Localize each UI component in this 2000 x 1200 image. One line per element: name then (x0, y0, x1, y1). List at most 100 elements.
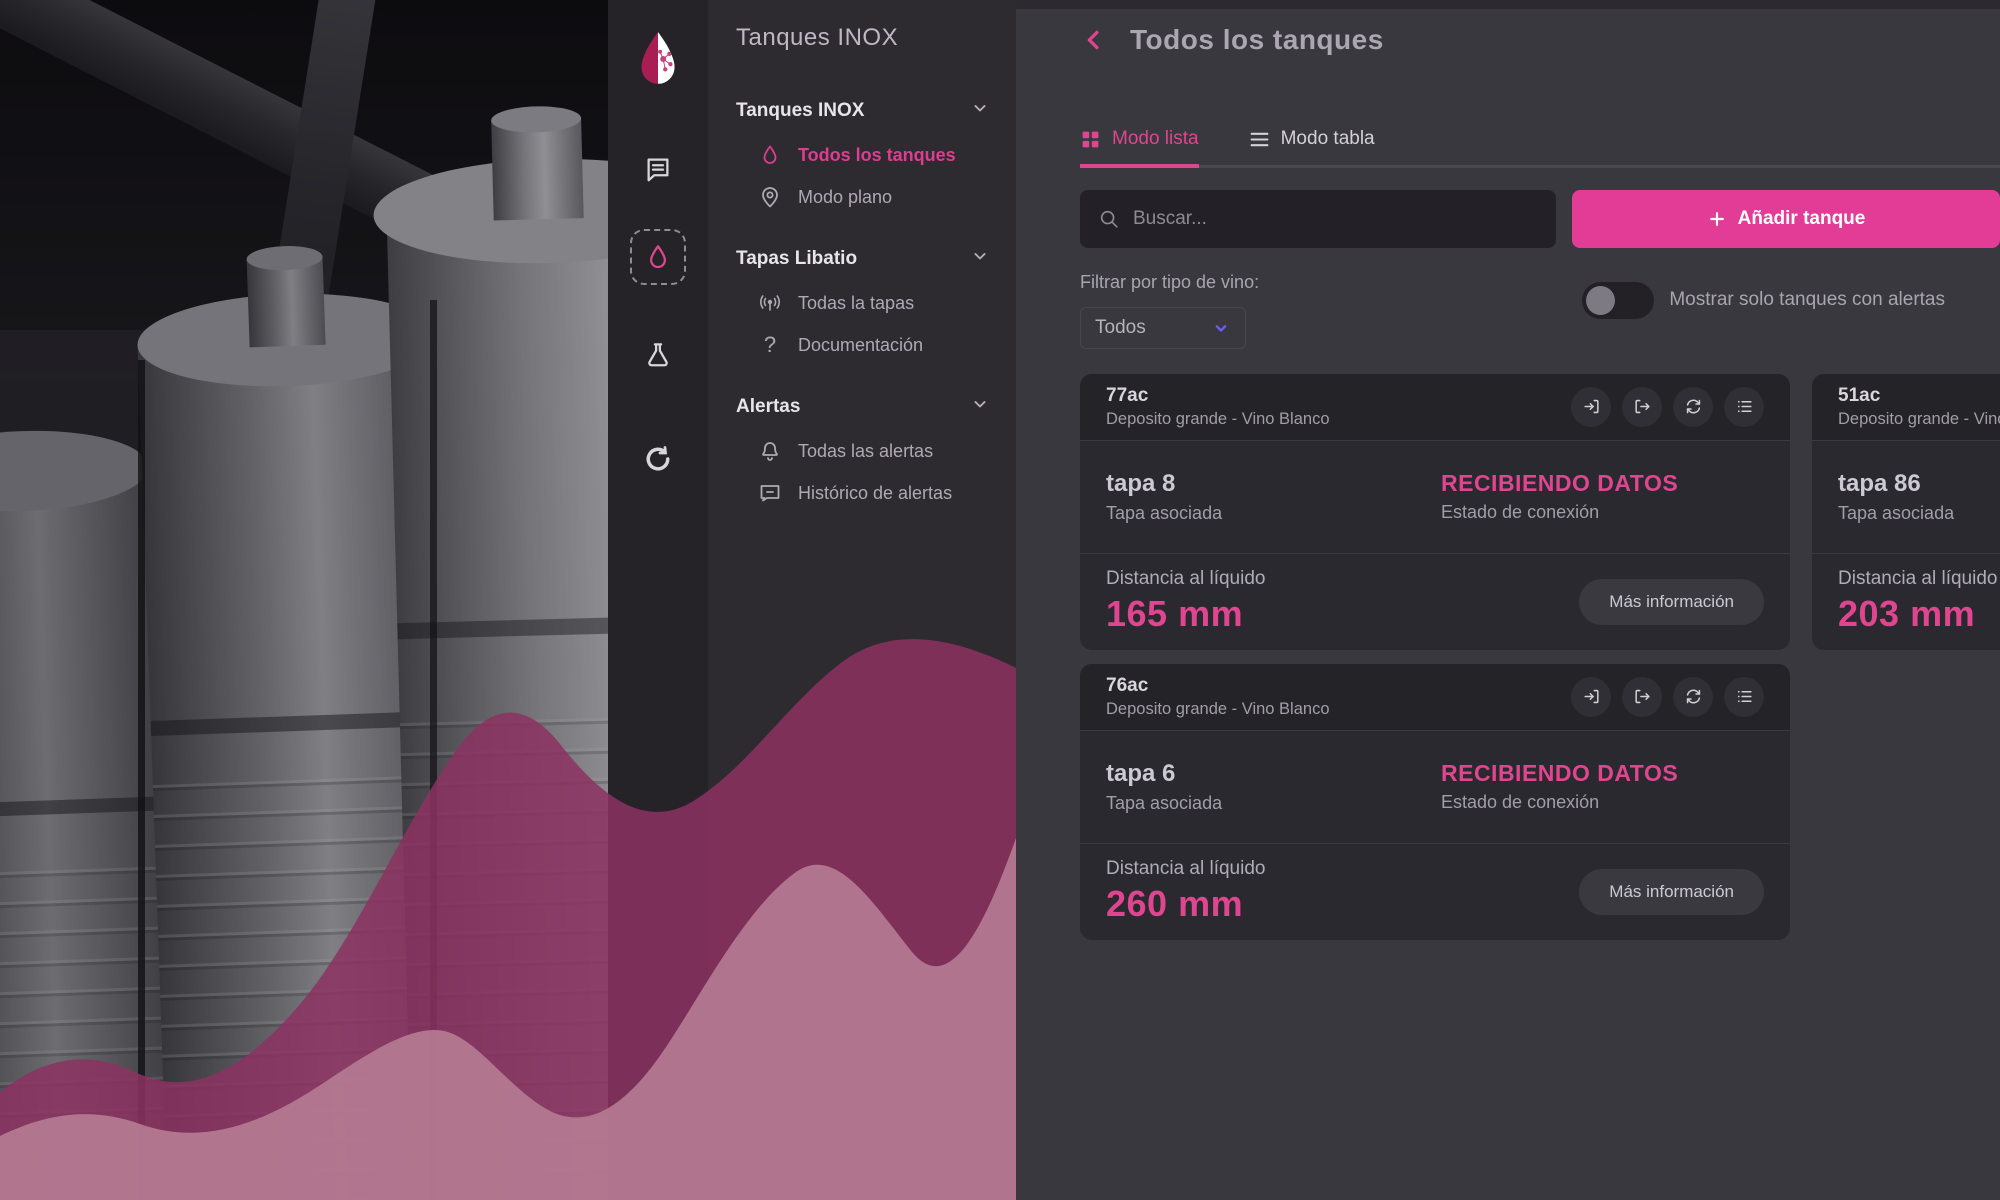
top-strip (1016, 0, 2000, 9)
main-content: Todos los tanques Modo lista Modo tabla (1016, 0, 2000, 1200)
icon-rail (608, 0, 708, 1200)
filter-row: Filtrar por tipo de vino: Todos Mostrar … (1080, 272, 2000, 349)
enter-tank-button[interactable] (1571, 677, 1611, 717)
connection-status: RECIBIENDO DATOS (1441, 760, 1678, 787)
tapa-label: Tapa asociada (1838, 503, 2000, 524)
sidebar-item-todos-los-tanques[interactable]: Todos los tanques (708, 134, 1016, 176)
distance-value: 165 mm (1106, 593, 1265, 635)
tank-card-header: 77ac Deposito grande - Vino Blanco (1080, 374, 1790, 441)
rows-icon (1249, 129, 1270, 150)
question-icon: ? (758, 332, 782, 358)
nav-section-tapas-libatio[interactable]: Tapas Libatio (708, 244, 1016, 274)
exit-tank-button[interactable] (1622, 387, 1662, 427)
nav-section-label: Tapas Libatio (736, 248, 857, 270)
nav-section-tanques-inox[interactable]: Tanques INOX (708, 96, 1016, 126)
add-tank-button[interactable]: Añadir tanque (1572, 190, 2000, 248)
tapa-label: Tapa asociada (1106, 503, 1441, 524)
drop-icon[interactable] (630, 229, 686, 285)
distance-value: 260 mm (1106, 883, 1265, 925)
flask-icon[interactable] (630, 327, 686, 383)
tank-card: 76ac Deposito grande - Vino Blanco (1080, 664, 1790, 940)
sidebar-item-documentacion[interactable]: ? Documentación (708, 324, 1016, 366)
connection-status: RECIBIENDO DATOS (1441, 470, 1678, 497)
tank-menu-button[interactable] (1724, 677, 1764, 717)
connection-status-label: Estado de conexión (1441, 502, 1678, 523)
log-in-icon (1582, 397, 1601, 416)
search-box (1080, 190, 1556, 248)
search-input[interactable] (1133, 208, 1538, 230)
wine-type-select[interactable]: Todos (1080, 307, 1246, 349)
sidebar-item-label: Todos los tanques (798, 145, 956, 166)
tank-card-middle: tapa 6 Tapa asociada RECIBIENDO DATOS Es… (1080, 731, 1790, 844)
back-icon[interactable] (1080, 26, 1108, 54)
tapa-label: Tapa asociada (1106, 793, 1441, 814)
sidebar-item-historico-de-alertas[interactable]: Histórico de alertas (708, 472, 1016, 514)
chat-icon[interactable] (630, 141, 686, 197)
sidebar-item-label: Documentación (798, 335, 923, 356)
tank-id: 51ac (1838, 385, 2000, 407)
sync-icon (1684, 687, 1703, 706)
sidebar-item-modo-plano[interactable]: Modo plano (708, 176, 1016, 218)
message-icon (758, 481, 782, 505)
sidebar-item-label: Histórico de alertas (798, 483, 952, 504)
nav-section-alertas[interactable]: Alertas (708, 392, 1016, 422)
exit-tank-button[interactable] (1622, 677, 1662, 717)
distance-label: Distancia al líquido (1106, 858, 1265, 880)
wine-filter: Filtrar por tipo de vino: Todos (1080, 272, 1259, 349)
sync-tank-button[interactable] (1673, 387, 1713, 427)
warehouse-photo-graphic (0, 0, 608, 1200)
search-icon (1098, 208, 1120, 230)
toggle-knob (1586, 286, 1615, 315)
enter-tank-button[interactable] (1571, 387, 1611, 427)
tank-card: 51ac Deposito grande - Vino Blanco (1812, 374, 2000, 650)
sidebar-item-todas-la-tapas[interactable]: Todas la tapas (708, 282, 1016, 324)
tab-modo-tabla[interactable]: Modo tabla (1249, 128, 1375, 165)
connection-status-label: Estado de conexión (1441, 792, 1678, 813)
log-out-icon (1633, 397, 1652, 416)
sidebar-item-label: Modo plano (798, 187, 892, 208)
tapa-name: tapa 86 (1838, 470, 2000, 498)
tank-subtitle: Deposito grande - Vino Blanco (1106, 700, 1330, 719)
tank-card-grid: 77ac Deposito grande - Vino Blanco (1080, 374, 2000, 940)
warehouse-photo (0, 0, 608, 1200)
sync-icon (1684, 397, 1703, 416)
add-tank-label: Añadir tanque (1738, 208, 1866, 230)
tank-card-footer: Distancia al líquido 203 mm (1812, 554, 2000, 650)
alerts-toggle-label: Mostrar solo tanques con alertas (1669, 289, 1945, 311)
log-out-icon (1633, 687, 1652, 706)
page-title: Todos los tanques (1130, 24, 1384, 56)
more-info-button[interactable]: Más información (1579, 869, 1764, 915)
log-in-icon (1582, 687, 1601, 706)
bell-icon (758, 439, 782, 463)
tank-card: 77ac Deposito grande - Vino Blanco (1080, 374, 1790, 650)
tank-subtitle: Deposito grande - Vino Blanco (1838, 410, 2000, 429)
sidebar-item-label: Todas la tapas (798, 293, 914, 314)
sync-tank-button[interactable] (1673, 677, 1713, 717)
tank-subtitle: Deposito grande - Vino Blanco (1106, 410, 1330, 429)
plus-icon (1707, 209, 1727, 229)
list-menu-icon (1735, 397, 1754, 416)
filter-label: Filtrar por tipo de vino: (1080, 272, 1259, 293)
map-pin-icon (758, 185, 782, 209)
chevron-down-icon (970, 394, 990, 420)
refresh-icon[interactable] (630, 431, 686, 487)
tab-modo-lista[interactable]: Modo lista (1080, 128, 1199, 168)
nav-section-label: Tanques INOX (736, 100, 864, 122)
sidebar-app-title: Tanques INOX (736, 24, 1016, 52)
distance-label: Distancia al líquido (1106, 568, 1265, 590)
alerts-only-toggle[interactable] (1582, 282, 1654, 319)
tapa-name: tapa 6 (1106, 760, 1441, 788)
sidebar-item-todas-las-alertas[interactable]: Todas las alertas (708, 430, 1016, 472)
tank-menu-button[interactable] (1724, 387, 1764, 427)
chevron-down-icon (1211, 318, 1231, 338)
more-info-button[interactable]: Más información (1579, 579, 1764, 625)
tank-id: 77ac (1106, 385, 1330, 407)
tank-card-header: 76ac Deposito grande - Vino Blanco (1080, 664, 1790, 731)
list-menu-icon (1735, 687, 1754, 706)
tank-card-footer: Distancia al líquido 260 mm Más informac… (1080, 844, 1790, 940)
chevron-down-icon (970, 98, 990, 124)
tank-card-middle: tapa 86 Tapa asociada (1812, 441, 2000, 554)
select-value: Todos (1095, 317, 1146, 339)
tank-card-footer: Distancia al líquido 165 mm Más informac… (1080, 554, 1790, 650)
antenna-icon (758, 291, 782, 315)
